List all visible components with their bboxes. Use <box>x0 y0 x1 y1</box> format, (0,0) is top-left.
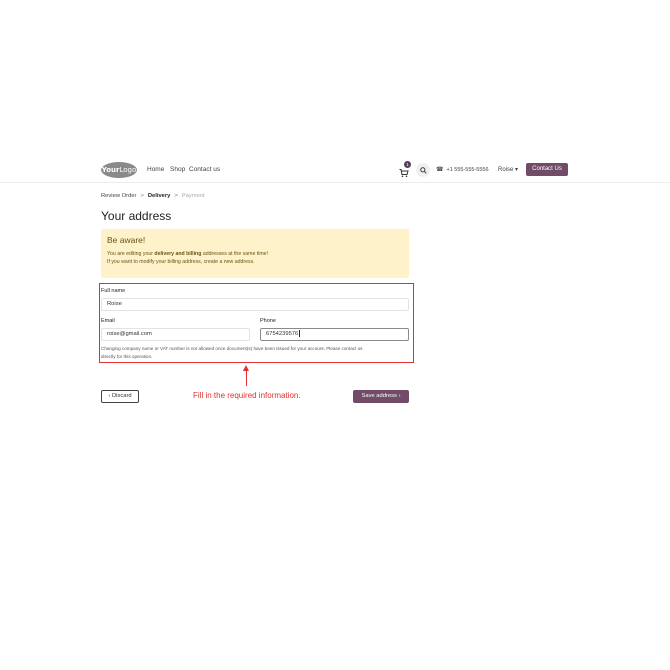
chevron-right-icon: › <box>398 393 401 399</box>
nav-link-shop[interactable]: Shop <box>170 166 185 173</box>
phone-icon: ☎ <box>436 167 444 173</box>
full-name-label: Full name <box>101 288 126 294</box>
annotation-highlight-box <box>99 283 414 363</box>
page-title: Your address <box>101 209 172 223</box>
nav-link-contact-us[interactable]: Contact us <box>189 166 220 173</box>
phone-link[interactable]: ☎ +1 555-555-5556 <box>436 166 489 173</box>
breadcrumb-payment: Payment <box>181 193 205 199</box>
chevron-down-icon: ▾ <box>515 167 519 173</box>
vat-note-line-1: Changing company name or VAT number is n… <box>101 346 363 351</box>
breadcrumb-review-order[interactable]: Review Order <box>101 193 136 199</box>
phone-number: +1 555-555-5556 <box>446 167 489 173</box>
email-input[interactable]: roise@gmail.com <box>101 328 250 341</box>
alert-line-2: If you want to modify your billing addre… <box>107 259 255 265</box>
annotation-instruction: Fill in the required information. <box>193 391 301 400</box>
breadcrumb: Review Order > Delivery > Payment <box>101 193 205 199</box>
logo[interactable]: YourLogo <box>101 162 137 178</box>
navbar: YourLogo Home Shop Contact us 1 ☎ +1 555-… <box>0 158 670 183</box>
cart-button[interactable]: 1 <box>399 161 411 178</box>
full-name-input[interactable]: Roise <box>101 298 409 311</box>
cart-icon <box>399 169 409 178</box>
breadcrumb-delivery: Delivery <box>147 193 171 199</box>
warning-alert: Be aware! You are editing your delivery … <box>101 229 409 278</box>
nav-link-home[interactable]: Home <box>147 166 164 173</box>
cart-count-badge: 1 <box>404 161 411 168</box>
email-label: Email <box>101 318 115 324</box>
search-icon <box>419 166 427 174</box>
breadcrumb-separator: > <box>140 193 144 199</box>
user-menu[interactable]: Roise ▾ <box>498 166 518 173</box>
search-button[interactable] <box>416 163 430 177</box>
alert-line-1: You are editing your delivery and billin… <box>107 251 269 257</box>
save-address-button[interactable]: Save address › <box>353 390 409 403</box>
discard-button[interactable]: ‹ Discard <box>101 390 139 403</box>
text-caret <box>299 329 300 337</box>
annotation-arrow-line <box>246 368 248 386</box>
alert-title: Be aware! <box>107 235 146 245</box>
contact-us-button[interactable]: Contact Us <box>526 163 568 176</box>
vat-note-line-2: directly for this operation. <box>101 354 153 359</box>
phone-input[interactable]: 6754239576 <box>260 328 409 341</box>
phone-label: Phone <box>260 318 276 324</box>
chevron-left-icon: ‹ <box>108 393 111 399</box>
breadcrumb-separator: > <box>174 193 178 199</box>
